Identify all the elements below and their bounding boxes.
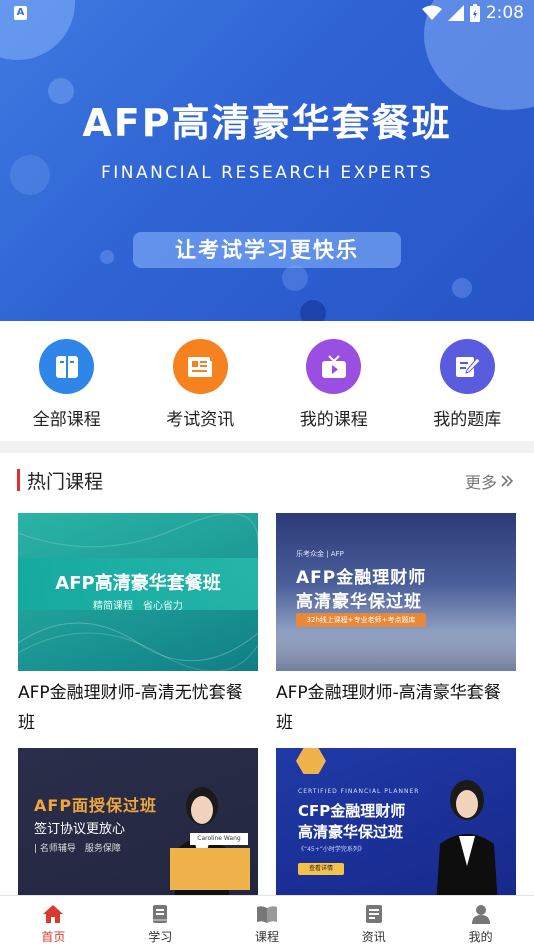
instructor-note xyxy=(170,848,250,890)
tab-label: 课程 xyxy=(254,930,279,944)
course-card[interactable]: AFP面授保过班 签订协议更放心 | 名师辅导 服务保障 Caroline Wa… xyxy=(18,748,258,895)
status-bar: A 2:08 xyxy=(0,0,534,28)
tab-courses[interactable]: 课程 xyxy=(214,896,321,950)
quick-nav: 全部课程 考试资讯 我的课程 我的题库 xyxy=(0,321,534,441)
course-thumbnail: 乐考众金 | AFP AFP金融理财师 高清豪华保过班 32h线上课程+专业老师… xyxy=(276,513,516,671)
thumbnail-note: 《“45+”小时学完系列》 xyxy=(298,846,365,853)
banner-title: AFP高清豪华套餐班 xyxy=(82,101,452,145)
status-indicators: 2:08 xyxy=(421,3,524,23)
edit-icon xyxy=(439,339,495,394)
tab-news[interactable]: 资讯 xyxy=(320,896,427,950)
thumbnail-title-line2: 高清豪华保过班 xyxy=(298,823,404,841)
quick-nav-my-courses[interactable]: 我的课程 xyxy=(267,321,401,441)
course-card[interactable]: CERTIFIED FINANCIAL PLANNER CFP金融理财师 高清豪… xyxy=(276,748,516,895)
course-icon xyxy=(256,906,277,923)
city-skyline xyxy=(276,631,516,671)
thumbnail-title-line2: 高清豪华保过班 xyxy=(296,592,422,612)
quick-nav-my-question-bank[interactable]: 我的题库 xyxy=(401,321,534,441)
instructor-name: Caroline Wang xyxy=(190,833,248,845)
quick-nav-label: 我的课程 xyxy=(299,410,368,430)
decor-circle xyxy=(282,265,308,291)
battery-icon xyxy=(469,4,480,22)
section-title: 热门课程 xyxy=(27,471,104,493)
course-thumbnail: AFP面授保过班 签订协议更放心 | 名师辅导 服务保障 Caroline Wa… xyxy=(18,748,258,895)
decor-circle xyxy=(300,300,326,321)
more-label: 更多 xyxy=(464,473,497,492)
tab-label: 学习 xyxy=(148,930,173,944)
status-time: 2:08 xyxy=(485,3,524,23)
thumbnail-title: AFP高清豪华套餐班 xyxy=(55,573,221,594)
signal-icon xyxy=(447,5,464,21)
thumbnail-feature-pill: 32h线上课程+专业老师+考点题库 xyxy=(296,613,426,627)
course-card[interactable]: AFP高清豪华套餐班 精简课程 省心省力 AFP金融理财师-高清无忧套餐班 xyxy=(18,513,258,738)
quick-nav-label: 全部课程 xyxy=(32,410,101,430)
study-icon xyxy=(153,905,168,923)
section-accent-bar xyxy=(17,469,20,491)
bottom-tab-bar: 首页 学习 课程 资讯 我的 xyxy=(0,895,534,950)
course-card[interactable]: 乐考众金 | AFP AFP金融理财师 高清豪华保过班 32h线上课程+专业老师… xyxy=(276,513,516,738)
double-chevron-right-icon xyxy=(501,475,514,487)
tab-label: 我的 xyxy=(468,930,493,944)
course-title: AFP金融理财师-高清豪华套餐班 xyxy=(276,683,501,733)
thumbnail-subtitle: 精简课程 省心省力 xyxy=(93,601,183,612)
banner-subtitle: FINANCIAL RESEARCH EXPERTS xyxy=(100,163,434,183)
thumbnail-subtitle: 签订协议更放心 xyxy=(34,822,126,837)
decor-circle xyxy=(452,278,472,298)
news-icon xyxy=(365,905,382,923)
quick-nav-exam-news[interactable]: 考试资讯 xyxy=(134,321,268,441)
section-header: 热门课程 更多 xyxy=(0,453,534,509)
tab-label: 资讯 xyxy=(361,930,386,944)
tab-home[interactable]: 首页 xyxy=(0,896,107,950)
thumbnail-title-line1: CFP金融理财师 xyxy=(298,802,406,820)
decor-circle xyxy=(100,250,114,264)
tv-icon xyxy=(306,339,362,394)
quick-nav-label: 我的题库 xyxy=(433,410,502,430)
news-icon xyxy=(172,339,228,394)
tab-label: 首页 xyxy=(41,930,66,944)
banner-slogan: 让考试学习更快乐 xyxy=(133,232,401,268)
tab-profile[interactable]: 我的 xyxy=(427,896,534,950)
instructor-photo xyxy=(436,780,498,895)
course-thumbnail: AFP高清豪华套餐班 精简课程 省心省力 xyxy=(18,513,258,671)
more-link[interactable]: 更多 xyxy=(465,469,514,493)
course-title: AFP金融理财师-高清无忧套餐班 xyxy=(18,683,243,733)
thumbnail-points: | 名师辅导 服务保障 xyxy=(34,844,121,854)
wifi-icon xyxy=(421,5,442,20)
quick-nav-label: 考试资讯 xyxy=(166,410,235,430)
home-icon xyxy=(43,905,64,923)
hot-courses-section: 热门课程 更多 AFP高清豪华套餐班 精简课程 省心省力 AFP金融理财师-高清… xyxy=(0,453,534,895)
notification-icon: A xyxy=(14,6,27,20)
banner[interactable]: AFP高清豪华套餐班 FINANCIAL RESEARCH EXPERTS 让考… xyxy=(0,0,534,321)
course-thumbnail: CERTIFIED FINANCIAL PLANNER CFP金融理财师 高清豪… xyxy=(276,748,516,895)
book-icon xyxy=(39,339,95,394)
quick-nav-all-courses[interactable]: 全部课程 xyxy=(0,321,134,441)
thumbnail-detail-button: 查看详情 xyxy=(298,863,344,875)
profile-icon xyxy=(471,905,490,924)
hexagon-decoration xyxy=(296,748,326,774)
tab-study[interactable]: 学习 xyxy=(107,896,214,950)
thumbnail-title: AFP面授保过班 xyxy=(34,796,158,815)
thumbnail-title-line1: AFP金融理财师 xyxy=(296,568,427,588)
thumbnail-tag: 乐考众金 | AFP xyxy=(296,550,344,558)
thumbnail-tag: CERTIFIED FINANCIAL PLANNER xyxy=(298,788,420,795)
